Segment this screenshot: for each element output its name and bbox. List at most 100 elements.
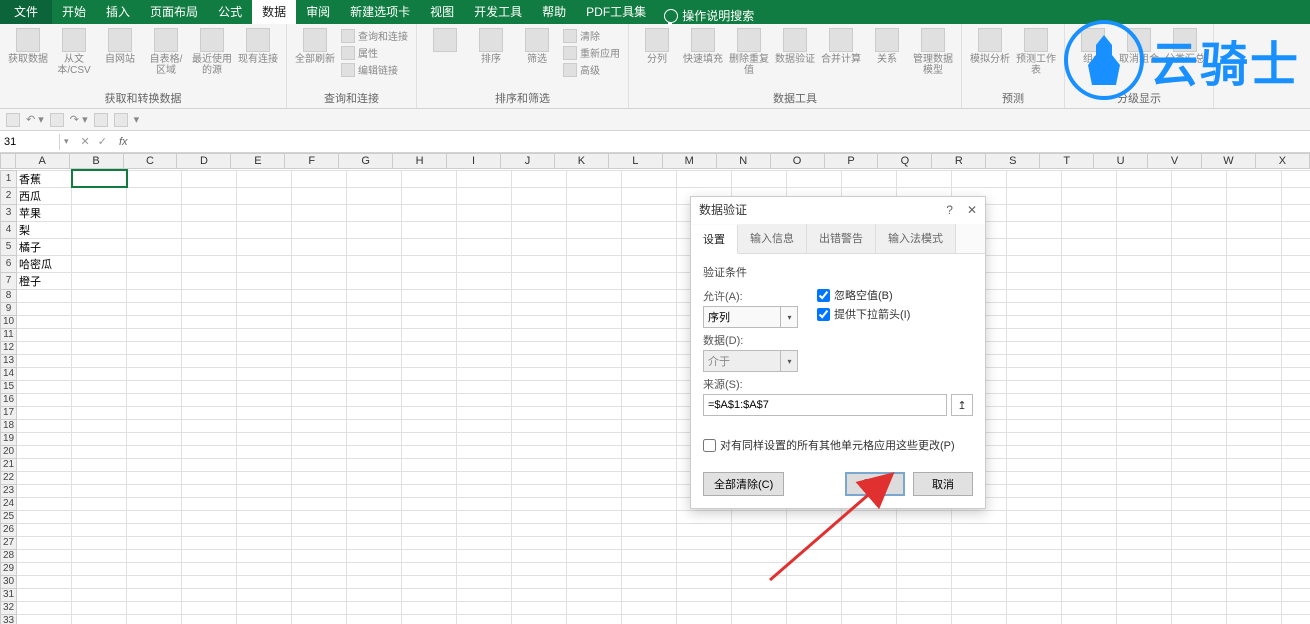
row-header[interactable]: 10 xyxy=(1,315,17,328)
cell[interactable] xyxy=(952,614,1007,624)
cell[interactable] xyxy=(237,432,292,445)
cell[interactable] xyxy=(1007,272,1062,289)
cell[interactable] xyxy=(1062,289,1117,302)
cell[interactable] xyxy=(1117,341,1172,354)
cell[interactable] xyxy=(622,614,677,624)
cell[interactable] xyxy=(512,354,567,367)
cell[interactable] xyxy=(1172,445,1227,458)
cell[interactable] xyxy=(127,354,182,367)
row-header[interactable]: 3 xyxy=(1,204,17,221)
cell[interactable] xyxy=(292,484,347,497)
cell[interactable] xyxy=(1227,302,1282,315)
tab-dev[interactable]: 开发工具 xyxy=(464,0,532,24)
cell[interactable] xyxy=(17,510,72,523)
cell[interactable] xyxy=(1062,432,1117,445)
cell[interactable] xyxy=(1172,255,1227,272)
cell[interactable] xyxy=(292,328,347,341)
cell[interactable] xyxy=(402,328,457,341)
cell[interactable] xyxy=(402,419,457,432)
cell[interactable] xyxy=(512,204,567,221)
cell[interactable] xyxy=(512,536,567,549)
cell[interactable] xyxy=(402,458,457,471)
cell[interactable] xyxy=(1227,170,1282,187)
cell[interactable] xyxy=(1227,272,1282,289)
cell[interactable] xyxy=(402,536,457,549)
cell[interactable] xyxy=(237,380,292,393)
cell[interactable] xyxy=(622,484,677,497)
cell[interactable] xyxy=(1172,614,1227,624)
cell[interactable] xyxy=(787,523,842,536)
cell[interactable] xyxy=(1227,536,1282,549)
cell[interactable] xyxy=(1007,432,1062,445)
cell[interactable] xyxy=(457,445,512,458)
cell[interactable] xyxy=(182,419,237,432)
cell[interactable] xyxy=(1117,575,1172,588)
cell[interactable] xyxy=(512,445,567,458)
cell[interactable] xyxy=(182,562,237,575)
cell[interactable] xyxy=(457,255,512,272)
cell[interactable] xyxy=(182,549,237,562)
cell[interactable] xyxy=(127,302,182,315)
cell[interactable] xyxy=(17,497,72,510)
col-header[interactable]: M xyxy=(663,153,717,169)
cell[interactable] xyxy=(567,419,622,432)
cell[interactable] xyxy=(182,221,237,238)
cell[interactable] xyxy=(127,575,182,588)
cell[interactable] xyxy=(1062,272,1117,289)
cell[interactable] xyxy=(842,575,897,588)
cell[interactable] xyxy=(567,187,622,204)
row-header[interactable]: 25 xyxy=(1,510,17,523)
cell[interactable] xyxy=(127,328,182,341)
cell[interactable] xyxy=(1227,341,1282,354)
row-header[interactable]: 12 xyxy=(1,341,17,354)
row-header[interactable]: 9 xyxy=(1,302,17,315)
cell[interactable] xyxy=(1227,484,1282,497)
cell[interactable] xyxy=(237,575,292,588)
cell[interactable] xyxy=(1282,549,1310,562)
cell[interactable] xyxy=(457,510,512,523)
cell[interactable] xyxy=(1172,238,1227,255)
cell[interactable] xyxy=(127,471,182,484)
cell[interactable] xyxy=(347,445,402,458)
cell[interactable] xyxy=(1227,549,1282,562)
cell[interactable] xyxy=(622,221,677,238)
cell[interactable] xyxy=(1117,523,1172,536)
cell[interactable] xyxy=(622,187,677,204)
btn-sort[interactable]: 排序 xyxy=(471,28,511,65)
cell[interactable] xyxy=(787,170,842,187)
cell[interactable] xyxy=(1117,367,1172,380)
cell[interactable] xyxy=(567,238,622,255)
cell[interactable] xyxy=(787,536,842,549)
cell[interactable] xyxy=(1117,432,1172,445)
cell[interactable] xyxy=(72,315,127,328)
btn-from-web[interactable]: 自网站 xyxy=(100,28,140,65)
cell[interactable] xyxy=(347,367,402,380)
cell[interactable] xyxy=(1172,393,1227,406)
col-header[interactable]: K xyxy=(555,153,609,169)
cell[interactable] xyxy=(1227,187,1282,204)
cell[interactable] xyxy=(127,272,182,289)
cell[interactable] xyxy=(17,406,72,419)
cell[interactable] xyxy=(182,354,237,367)
cell[interactable] xyxy=(842,562,897,575)
cell[interactable] xyxy=(897,575,952,588)
btn-remove-dup[interactable]: 删除重复值 xyxy=(729,28,769,76)
cell[interactable] xyxy=(292,315,347,328)
cell[interactable] xyxy=(457,367,512,380)
cell[interactable] xyxy=(1117,204,1172,221)
cell[interactable] xyxy=(457,393,512,406)
cell[interactable] xyxy=(1227,588,1282,601)
cell[interactable] xyxy=(402,289,457,302)
cell[interactable] xyxy=(1062,367,1117,380)
dlg-tab-error[interactable]: 出错警告 xyxy=(807,224,876,253)
cell[interactable] xyxy=(402,367,457,380)
cell[interactable] xyxy=(1172,302,1227,315)
cell[interactable] xyxy=(72,238,127,255)
cell[interactable] xyxy=(237,170,292,187)
cell[interactable] xyxy=(182,523,237,536)
cell[interactable]: 西瓜 xyxy=(17,187,72,204)
cell[interactable] xyxy=(1062,328,1117,341)
cell[interactable] xyxy=(1172,221,1227,238)
row-header[interactable]: 11 xyxy=(1,328,17,341)
cell[interactable] xyxy=(17,341,72,354)
